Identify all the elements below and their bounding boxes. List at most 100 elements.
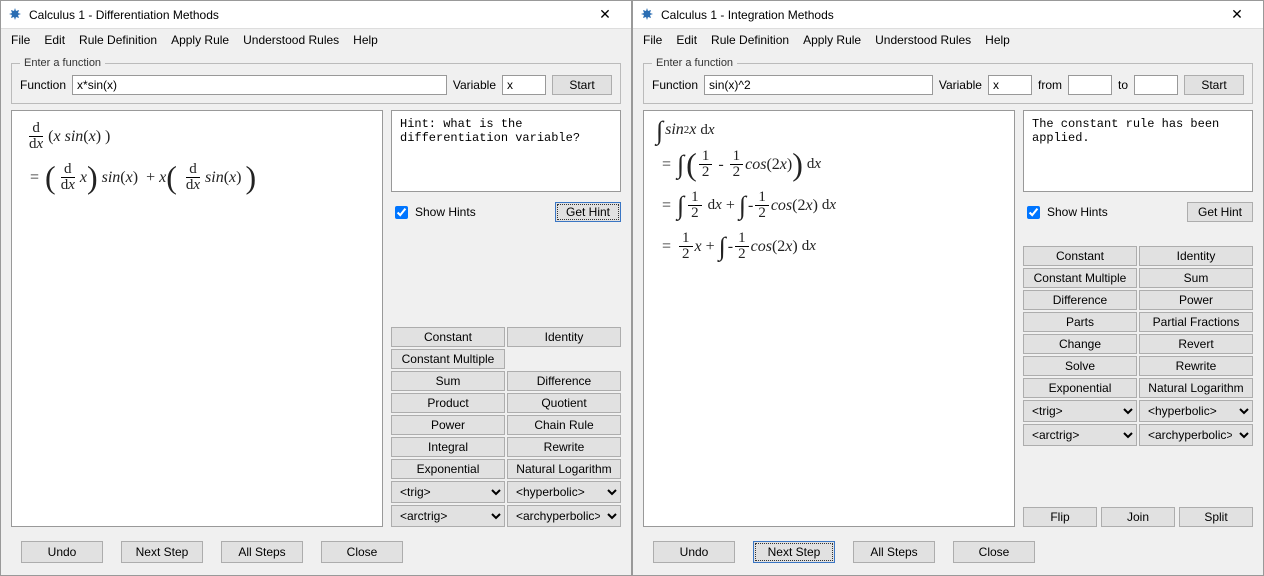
hint-box: Hint: what is the differentiation variab…: [391, 110, 621, 192]
menu-apply-rule[interactable]: Apply Rule: [803, 33, 861, 47]
show-hints-input[interactable]: [395, 206, 408, 219]
rule-hyperbolic-select[interactable]: <hyperbolic>: [1139, 400, 1253, 422]
rule-power[interactable]: Power: [1139, 290, 1253, 310]
rule-constant[interactable]: Constant: [1023, 246, 1137, 266]
rule-archyperbolic-select[interactable]: <archyperbolic>: [507, 505, 621, 527]
window-title: Calculus 1 - Integration Methods: [661, 8, 1217, 22]
rule-arctrig-select[interactable]: <arctrig>: [391, 505, 505, 527]
rule-exponential[interactable]: Exponential: [1023, 378, 1137, 398]
rule-partial-fractions[interactable]: Partial Fractions: [1139, 312, 1253, 332]
rule-parts[interactable]: Parts: [1023, 312, 1137, 332]
next-step-button[interactable]: Next Step: [121, 541, 203, 563]
rule-trig-select[interactable]: <trig>: [391, 481, 505, 503]
titlebar: Calculus 1 - Integration Methods ✕: [633, 1, 1263, 29]
close-button[interactable]: ✕: [1217, 1, 1257, 28]
rule-arctrig-select[interactable]: <arctrig>: [1023, 424, 1137, 446]
to-input[interactable]: [1134, 75, 1178, 95]
window-differentiation: Calculus 1 - Differentiation Methods ✕ F…: [0, 0, 632, 576]
variable-label: Variable: [939, 78, 982, 92]
flip-button[interactable]: Flip: [1023, 507, 1097, 527]
rule-identity[interactable]: Identity: [507, 327, 621, 347]
hint-box: The constant rule has been applied.: [1023, 110, 1253, 192]
rule-revert[interactable]: Revert: [1139, 334, 1253, 354]
function-input[interactable]: [72, 75, 447, 95]
maple-icon: [7, 7, 23, 23]
next-step-button[interactable]: Next Step: [753, 541, 835, 563]
function-input[interactable]: [704, 75, 933, 95]
start-button[interactable]: Start: [1184, 75, 1244, 95]
rule-exponential[interactable]: Exponential: [391, 459, 505, 479]
rule-rewrite[interactable]: Rewrite: [507, 437, 621, 457]
rule-constant-multiple[interactable]: Constant Multiple: [391, 349, 505, 369]
from-label: from: [1038, 78, 1062, 92]
menu-rule-definition[interactable]: Rule Definition: [711, 33, 789, 47]
work-pane: ddx ( x sin(x) ) = ( ddxx ) sin(x) + x (…: [11, 110, 383, 527]
from-input[interactable]: [1068, 75, 1112, 95]
join-button[interactable]: Join: [1101, 507, 1175, 527]
show-hints-checkbox[interactable]: Show Hints: [1023, 203, 1108, 222]
menu-file[interactable]: File: [643, 33, 662, 47]
start-button[interactable]: Start: [552, 75, 612, 95]
menu-rule-definition[interactable]: Rule Definition: [79, 33, 157, 47]
get-hint-button[interactable]: Get Hint: [555, 202, 621, 222]
rule-difference[interactable]: Difference: [507, 371, 621, 391]
rule-constant-multiple[interactable]: Constant Multiple: [1023, 268, 1137, 288]
titlebar: Calculus 1 - Differentiation Methods ✕: [1, 1, 631, 29]
show-hints-checkbox[interactable]: Show Hints: [391, 203, 476, 222]
rule-power[interactable]: Power: [391, 415, 505, 435]
split-button[interactable]: Split: [1179, 507, 1253, 527]
variable-label: Variable: [453, 78, 496, 92]
menu-edit[interactable]: Edit: [676, 33, 697, 47]
menu-understood-rules[interactable]: Understood Rules: [243, 33, 339, 47]
enter-function-legend: Enter a function: [20, 57, 105, 69]
window-title: Calculus 1 - Differentiation Methods: [29, 8, 585, 22]
menu-apply-rule[interactable]: Apply Rule: [171, 33, 229, 47]
menu-help[interactable]: Help: [985, 33, 1010, 47]
rules-grid: Constant Identity Constant Multiple Sum …: [1023, 246, 1253, 446]
extra-buttons: Flip Join Split: [1023, 507, 1253, 527]
undo-button[interactable]: Undo: [653, 541, 735, 563]
get-hint-button[interactable]: Get Hint: [1187, 202, 1253, 222]
menu-edit[interactable]: Edit: [44, 33, 65, 47]
variable-input[interactable]: [988, 75, 1032, 95]
rule-hyperbolic-select[interactable]: <hyperbolic>: [507, 481, 621, 503]
menubar: File Edit Rule Definition Apply Rule Und…: [1, 29, 631, 51]
side-pane: Hint: what is the differentiation variab…: [391, 110, 621, 527]
rule-archyperbolic-select[interactable]: <archyperbolic>: [1139, 424, 1253, 446]
enter-function-group: Enter a function Function Variable Start: [11, 57, 621, 104]
rule-quotient[interactable]: Quotient: [507, 393, 621, 413]
all-steps-button[interactable]: All Steps: [853, 541, 935, 563]
rule-constant[interactable]: Constant: [391, 327, 505, 347]
rule-sum[interactable]: Sum: [391, 371, 505, 391]
menu-understood-rules[interactable]: Understood Rules: [875, 33, 971, 47]
rule-difference[interactable]: Difference: [1023, 290, 1137, 310]
rule-identity[interactable]: Identity: [1139, 246, 1253, 266]
close-bottom-button[interactable]: Close: [953, 541, 1035, 563]
enter-function-legend: Enter a function: [652, 57, 737, 69]
rule-natural-logarithm[interactable]: Natural Logarithm: [507, 459, 621, 479]
side-pane: The constant rule has been applied. Show…: [1023, 110, 1253, 527]
rule-sum[interactable]: Sum: [1139, 268, 1253, 288]
work-pane: ∫sin2xdx =∫ ( 12 - 12 cos(2x) ) dx =∫ 12: [643, 110, 1015, 527]
rule-solve[interactable]: Solve: [1023, 356, 1137, 376]
rule-natural-logarithm[interactable]: Natural Logarithm: [1139, 378, 1253, 398]
rule-product[interactable]: Product: [391, 393, 505, 413]
function-label: Function: [652, 78, 698, 92]
rule-trig-select[interactable]: <trig>: [1023, 400, 1137, 422]
maple-icon: [639, 7, 655, 23]
close-bottom-button[interactable]: Close: [321, 541, 403, 563]
window-integration: Calculus 1 - Integration Methods ✕ File …: [632, 0, 1264, 576]
rule-chain[interactable]: Chain Rule: [507, 415, 621, 435]
undo-button[interactable]: Undo: [21, 541, 103, 563]
variable-input[interactable]: [502, 75, 546, 95]
rule-change[interactable]: Change: [1023, 334, 1137, 354]
bottom-row: Undo Next Step All Steps Close: [643, 533, 1253, 565]
all-steps-button[interactable]: All Steps: [221, 541, 303, 563]
show-hints-input[interactable]: [1027, 206, 1040, 219]
rule-rewrite[interactable]: Rewrite: [1139, 356, 1253, 376]
to-label: to: [1118, 78, 1128, 92]
rule-integral[interactable]: Integral: [391, 437, 505, 457]
menu-help[interactable]: Help: [353, 33, 378, 47]
menu-file[interactable]: File: [11, 33, 30, 47]
close-button[interactable]: ✕: [585, 1, 625, 28]
